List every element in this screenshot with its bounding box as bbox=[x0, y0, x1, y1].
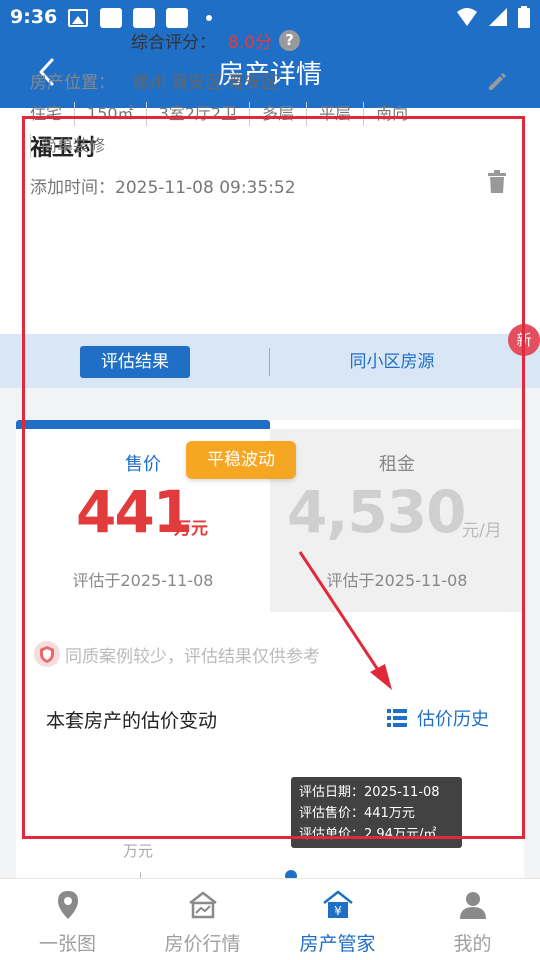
battery-icon bbox=[518, 6, 530, 28]
rent-unit: 元/月 bbox=[462, 521, 502, 541]
tag-floor-type: 平层 bbox=[306, 102, 363, 126]
reference-notice: 同质案例较少，评估结果仅供参考 bbox=[65, 647, 320, 667]
nav-map[interactable]: 一张图 bbox=[0, 879, 135, 960]
location-label: 房产位置： bbox=[30, 73, 115, 93]
nav-market[interactable]: 房价行情 bbox=[135, 879, 270, 960]
delete-trash-icon[interactable] bbox=[486, 170, 508, 194]
nav-map-label: 一张图 bbox=[38, 933, 96, 955]
location-pin-icon bbox=[57, 891, 78, 919]
sale-price-unit: 万元 bbox=[174, 519, 208, 539]
help-icon[interactable]: ? bbox=[279, 30, 300, 51]
nav-profile-label: 我的 bbox=[453, 933, 492, 955]
status-time: 9:36 bbox=[10, 6, 58, 28]
nav-market-label: 房价行情 bbox=[164, 933, 241, 955]
wifi-icon bbox=[457, 8, 477, 26]
location-value: 福州 晋安区 晋安区 bbox=[132, 73, 279, 93]
property-tags: 住宅 150㎡ 3室2厅2卫 多层 平层 南向 简单装修 bbox=[30, 102, 480, 166]
tab-divider bbox=[269, 348, 270, 376]
edit-pencil-icon[interactable] bbox=[486, 70, 508, 92]
person-icon bbox=[459, 892, 486, 919]
sale-valuation-date: 评估于2025-11-08 bbox=[72, 571, 214, 590]
bottom-navigation: 一张图 房价行情 ¥ 房产管家 我的 bbox=[0, 878, 540, 960]
signal-icon bbox=[489, 8, 507, 26]
chart-y-unit: 万元 bbox=[123, 842, 154, 860]
result-tab-bar: 评估结果 同小区房源 bbox=[0, 334, 540, 388]
tag-building-type: 多层 bbox=[249, 102, 306, 126]
valuation-history-link[interactable]: 估价历史 bbox=[417, 705, 489, 731]
app-notification-icon bbox=[133, 8, 155, 28]
added-time: 添加时间：2025-11-08 09:35:52 bbox=[30, 173, 296, 198]
tab-same-community-listings[interactable]: 同小区房源 bbox=[272, 346, 512, 378]
house-chart-icon bbox=[188, 891, 217, 919]
chart-tooltip: 评估日期：2025-11-08 评估售价：441万元 评估单价：2.94万元/㎡ bbox=[291, 777, 462, 848]
tab-valuation-result[interactable]: 评估结果 bbox=[80, 346, 190, 378]
list-icon[interactable] bbox=[387, 708, 407, 728]
added-time-value: 2025-11-08 09:35:52 bbox=[115, 178, 296, 198]
more-notifications-icon bbox=[206, 15, 212, 21]
rent-valuation-date: 评估于2025-11-08 bbox=[326, 571, 468, 590]
nav-property-manager-label: 房产管家 bbox=[299, 933, 376, 955]
nav-profile[interactable]: 我的 bbox=[405, 879, 540, 960]
image-notification-icon bbox=[68, 9, 88, 27]
tooltip-price: 评估售价：441万元 bbox=[299, 806, 415, 821]
app-notification-icon bbox=[100, 8, 122, 28]
tag-area: 150㎡ bbox=[74, 102, 146, 126]
score-label: 综合评分： bbox=[131, 33, 216, 53]
house-yuan-icon: ¥ bbox=[322, 890, 353, 918]
stability-badge: 平稳波动 bbox=[186, 441, 296, 479]
svg-text:¥: ¥ bbox=[334, 904, 342, 918]
rent-value: 4,530 bbox=[287, 478, 466, 546]
tag-orientation: 南向 bbox=[363, 102, 420, 126]
shield-warning-icon bbox=[34, 641, 60, 667]
new-badge[interactable]: 新 bbox=[508, 324, 540, 356]
valuation-change-title: 本套房产的估价变动 bbox=[46, 710, 218, 732]
tooltip-unit-price: 评估单价：2.94万元/㎡ bbox=[299, 827, 437, 842]
tag-layout: 3室2厅2卫 bbox=[145, 102, 250, 126]
rent-label: 租金 bbox=[379, 454, 415, 475]
tag-usage: 住宅 bbox=[30, 104, 63, 123]
added-time-label: 添加时间： bbox=[30, 178, 115, 198]
tag-decoration: 简单装修 bbox=[30, 134, 117, 158]
nav-property-manager[interactable]: ¥ 房产管家 bbox=[270, 879, 405, 960]
tooltip-date: 评估日期：2025-11-08 bbox=[299, 785, 440, 800]
app-notification-icon bbox=[166, 8, 188, 28]
score-value: 8.0分 bbox=[228, 33, 273, 53]
